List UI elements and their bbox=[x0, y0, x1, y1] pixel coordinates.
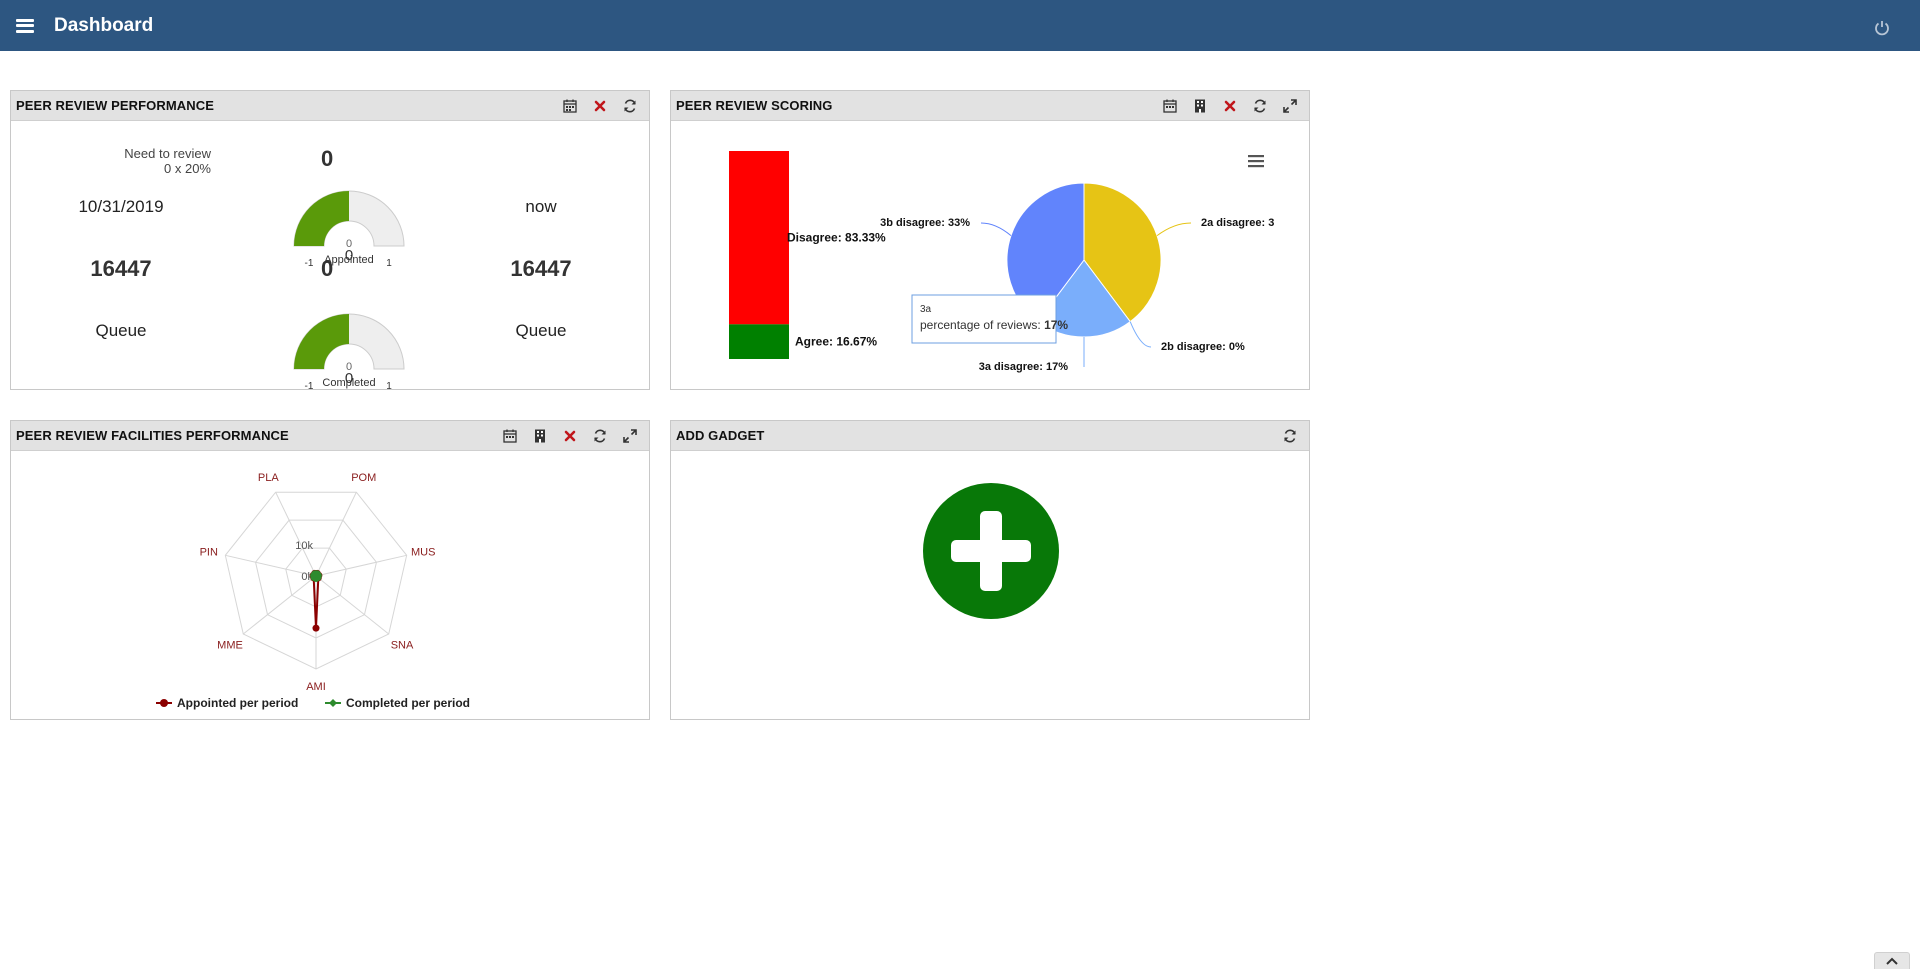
radar-point bbox=[312, 624, 320, 632]
radar-tick-label: 10k bbox=[295, 540, 313, 552]
facilities-header: PEER REVIEW FACILITIES PERFORMANCE bbox=[11, 421, 649, 451]
scroll-to-top-button[interactable] bbox=[1874, 952, 1910, 969]
chart-menu-icon[interactable] bbox=[1248, 155, 1264, 168]
legend-label: Completed per period bbox=[346, 696, 470, 710]
refresh-icon[interactable] bbox=[585, 426, 615, 446]
radar-axis-label: AMI bbox=[306, 681, 326, 693]
calendar-icon[interactable] bbox=[555, 96, 585, 116]
legend-marker bbox=[329, 699, 337, 707]
end-date: now bbox=[525, 197, 557, 216]
refresh-icon[interactable] bbox=[1275, 426, 1305, 446]
svg-text:percentage of reviews: 17%: percentage of reviews: 17% bbox=[920, 318, 1068, 332]
refresh-icon[interactable] bbox=[1245, 96, 1275, 116]
add-gadget-button[interactable] bbox=[921, 481, 1061, 621]
pie-tooltip: 3a percentage of reviews: 17% bbox=[911, 294, 1068, 344]
performance-gadget: PEER REVIEW PERFORMANCE Need to review 0… bbox=[10, 90, 650, 390]
completed-gauge-fill bbox=[294, 314, 349, 369]
pie-label: 3a disagree: 17% bbox=[979, 361, 1068, 373]
add-gadget-panel: ADD GADGET bbox=[670, 420, 1310, 720]
radar-point bbox=[311, 570, 319, 578]
legend-marker bbox=[160, 699, 168, 707]
radar-axis-label: POM bbox=[351, 472, 376, 484]
pie-connector bbox=[1156, 222, 1192, 237]
radar-axis-label: PLA bbox=[258, 472, 279, 484]
appointed-gauge-fill bbox=[294, 191, 349, 246]
building-icon[interactable] bbox=[1185, 96, 1215, 116]
queue-label-right: Queue bbox=[515, 321, 567, 340]
radar-axis-label: SNA bbox=[391, 640, 414, 652]
queue-count-left: 16447 bbox=[90, 256, 152, 281]
pie-connector bbox=[980, 222, 1012, 237]
bar-disagree bbox=[729, 151, 789, 325]
bar-label-agree: Agree: 16.67% bbox=[795, 335, 877, 349]
legend-label: Appointed per period bbox=[177, 696, 298, 710]
building-icon[interactable] bbox=[525, 426, 555, 446]
radar-spoke bbox=[315, 491, 357, 577]
performance-title: PEER REVIEW PERFORMANCE bbox=[16, 98, 215, 113]
need-to-review-sub: 0 x 20% bbox=[164, 161, 211, 176]
tooltip-name: 3a bbox=[920, 304, 932, 315]
facilities-title: PEER REVIEW FACILITIES PERFORMANCE bbox=[16, 428, 289, 443]
radar-spoke bbox=[275, 491, 317, 577]
scoring-gadget: PEER REVIEW SCORING Disagree: 83.33% Agre… bbox=[670, 90, 1310, 390]
need-to-review-label: Need to review bbox=[124, 146, 211, 161]
scoring-title: PEER REVIEW SCORING bbox=[676, 98, 833, 113]
refresh-icon[interactable] bbox=[615, 96, 645, 116]
radar-spoke bbox=[315, 575, 390, 635]
add-gadget-header: ADD GADGET bbox=[671, 421, 1309, 451]
pie-label: 2a disagree: 3 bbox=[1201, 217, 1274, 229]
start-date: 10/31/2019 bbox=[78, 197, 164, 216]
radar-spoke bbox=[315, 554, 407, 577]
chevron-up-icon bbox=[1886, 957, 1898, 965]
tooltip-value: 17% bbox=[1044, 318, 1068, 332]
queue-label-left: Queue bbox=[95, 321, 147, 340]
add-gadget-title: ADD GADGET bbox=[676, 428, 765, 443]
expand-icon[interactable] bbox=[1275, 96, 1305, 116]
close-icon[interactable] bbox=[1215, 96, 1245, 116]
radar-spoke bbox=[242, 575, 317, 635]
scoring-header: PEER REVIEW SCORING bbox=[671, 91, 1309, 121]
radar-axis-label: PIN bbox=[200, 547, 218, 559]
radar-axis-label: MUS bbox=[411, 547, 435, 559]
power-icon[interactable] bbox=[1874, 20, 1890, 36]
performance-header: PEER REVIEW PERFORMANCE bbox=[11, 91, 649, 121]
pie-label: 3b disagree: 33% bbox=[880, 217, 970, 229]
hamburger-menu-icon[interactable] bbox=[16, 18, 34, 33]
facilities-gadget: PEER REVIEW FACILITIES PERFORMANCE POM MU… bbox=[10, 420, 650, 720]
close-icon[interactable] bbox=[585, 96, 615, 116]
pie-label: 2b disagree: 0% bbox=[1161, 341, 1245, 353]
calendar-icon[interactable] bbox=[1155, 96, 1185, 116]
pie-connector bbox=[1129, 321, 1152, 348]
tooltip-label: percentage of reviews: bbox=[920, 318, 1041, 332]
bar-label-disagree: Disagree: 83.33% bbox=[787, 231, 886, 245]
facilities-radar-chart: POMMUSSNAAMIMMEPINPLA0k10kAppointed per … bbox=[156, 472, 470, 710]
need-to-review-value: 0 bbox=[321, 146, 334, 171]
bar-agree bbox=[729, 324, 789, 359]
appointed-gauge-label: Appointed bbox=[324, 254, 374, 266]
close-icon[interactable] bbox=[555, 426, 585, 446]
top-bar: Dashboard bbox=[0, 0, 1920, 51]
radar-axis-label: MME bbox=[217, 640, 243, 652]
completed-gauge-label: Completed bbox=[322, 377, 376, 389]
calendar-icon[interactable] bbox=[495, 426, 525, 446]
page-title: Dashboard bbox=[54, 14, 154, 36]
queue-count-right: 16447 bbox=[510, 256, 572, 281]
scoring-chart: Disagree: 83.33% Agree: 16.67% 2a disagre… bbox=[729, 151, 1274, 373]
expand-icon[interactable] bbox=[615, 426, 645, 446]
